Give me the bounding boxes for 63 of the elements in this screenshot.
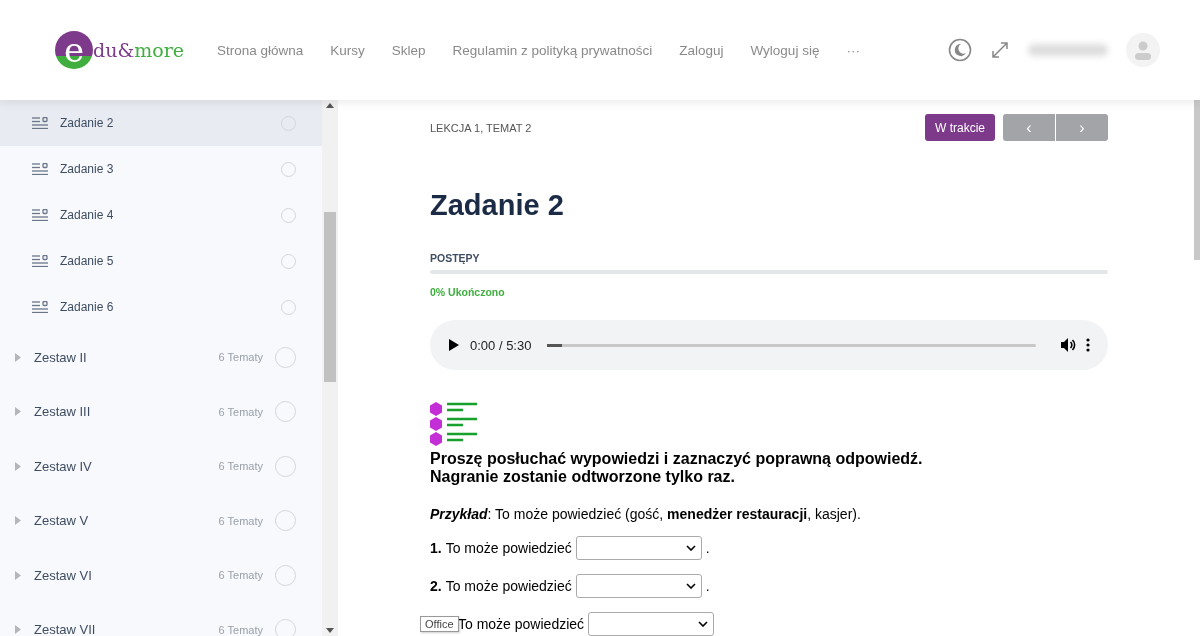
list-icon: [32, 255, 48, 267]
scrollbar[interactable]: [322, 100, 338, 636]
progress-label: POSTĘPY: [430, 252, 481, 264]
example-sentence: Przykład: To może powiedzieć (gość, menedżer restauracji, kasjer).: [430, 505, 862, 522]
section-item[interactable]: Zestaw IV 6 Tematy: [0, 439, 322, 494]
lesson-item[interactable]: Zadanie 3: [0, 146, 322, 192]
question-number: 1.: [430, 539, 442, 556]
answer-dropdown[interactable]: [575, 573, 702, 598]
answer-dropdown[interactable]: [588, 611, 715, 636]
lesson-item[interactable]: Zadanie 5: [0, 238, 322, 284]
nav-link[interactable]: Wyloguj się: [750, 42, 820, 58]
expand-arrow-icon[interactable]: [14, 570, 22, 580]
answer-dropdown[interactable]: [575, 535, 702, 560]
question-text: To może powiedzieć: [445, 577, 572, 594]
expand-arrow-icon[interactable]: [14, 461, 22, 471]
lesson-title: Zadanie 2: [430, 189, 565, 222]
expand-arrow-icon[interactable]: [14, 352, 22, 362]
nav-link[interactable]: Sklep: [391, 42, 426, 58]
question-text: To może powiedzieć: [458, 615, 585, 632]
section-item[interactable]: Zestaw VI 6 Tematy: [0, 548, 322, 603]
question-number: 2.: [430, 577, 442, 594]
nav-link[interactable]: Kursy: [330, 42, 365, 58]
progress-text: 0% Ukończono: [430, 286, 506, 298]
section-item[interactable]: Zestaw V 6 Tematy: [0, 493, 322, 548]
section-item[interactable]: Zestaw II 6 Tematy: [0, 330, 322, 385]
checklist-icon: [430, 402, 478, 446]
chevron-down-icon: [698, 620, 709, 627]
section-item[interactable]: Zestaw VII 6 Tematy: [0, 602, 322, 636]
expand-arrow-icon[interactable]: [14, 407, 22, 417]
period-text: .: [705, 539, 710, 556]
question-text: To może powiedzieć: [445, 539, 572, 556]
list-icon: [32, 163, 48, 175]
nav-link[interactable]: ···: [846, 42, 860, 58]
scroll-thumb[interactable]: [324, 212, 336, 382]
audio-seek-bar[interactable]: [547, 343, 1036, 347]
chevron-down-icon: [685, 582, 696, 589]
list-icon: [32, 117, 48, 129]
chevron-down-icon: [685, 544, 696, 551]
user-name[interactable]: [1028, 44, 1108, 56]
audio-player[interactable]: 0:00 / 5:30: [430, 320, 1108, 370]
lesson-item[interactable]: Zadanie 4: [0, 192, 322, 238]
tooltip: Office: [420, 616, 459, 632]
volume-icon[interactable]: [1060, 337, 1076, 353]
scroll-up-icon[interactable]: [326, 102, 334, 108]
expand-arrow-icon[interactable]: [14, 516, 22, 526]
nav-link[interactable]: Regulamin z polityką prywatności: [452, 42, 653, 58]
avatar-icon[interactable]: [1126, 33, 1160, 67]
scroll-down-icon[interactable]: [326, 628, 334, 634]
breadcrumb: LEKCJA 1, TEMAT 2: [430, 121, 533, 134]
instruction-text: Proszę posłuchać wypowiedzi i zaznaczyć poprawną odpowiedź. Nagranie zostanie odtworzone tylko raz.: [430, 450, 924, 486]
period-text: .: [705, 577, 710, 594]
lesson-item[interactable]: Zadanie 2: [0, 100, 322, 146]
more-options-icon[interactable]: [1086, 338, 1090, 352]
list-icon: [32, 209, 48, 221]
nav-link[interactable]: Strona główna: [217, 42, 304, 58]
status-button[interactable]: W trakcie: [925, 114, 995, 141]
play-icon[interactable]: [448, 338, 460, 352]
expand-arrow-icon[interactable]: [14, 625, 22, 635]
dark-mode-icon[interactable]: [948, 38, 972, 62]
list-icon: [32, 301, 48, 313]
section-item[interactable]: Zestaw III 6 Tematy: [0, 384, 322, 439]
fullscreen-icon[interactable]: [990, 40, 1010, 60]
lesson-item[interactable]: Zadanie 6: [0, 284, 322, 330]
